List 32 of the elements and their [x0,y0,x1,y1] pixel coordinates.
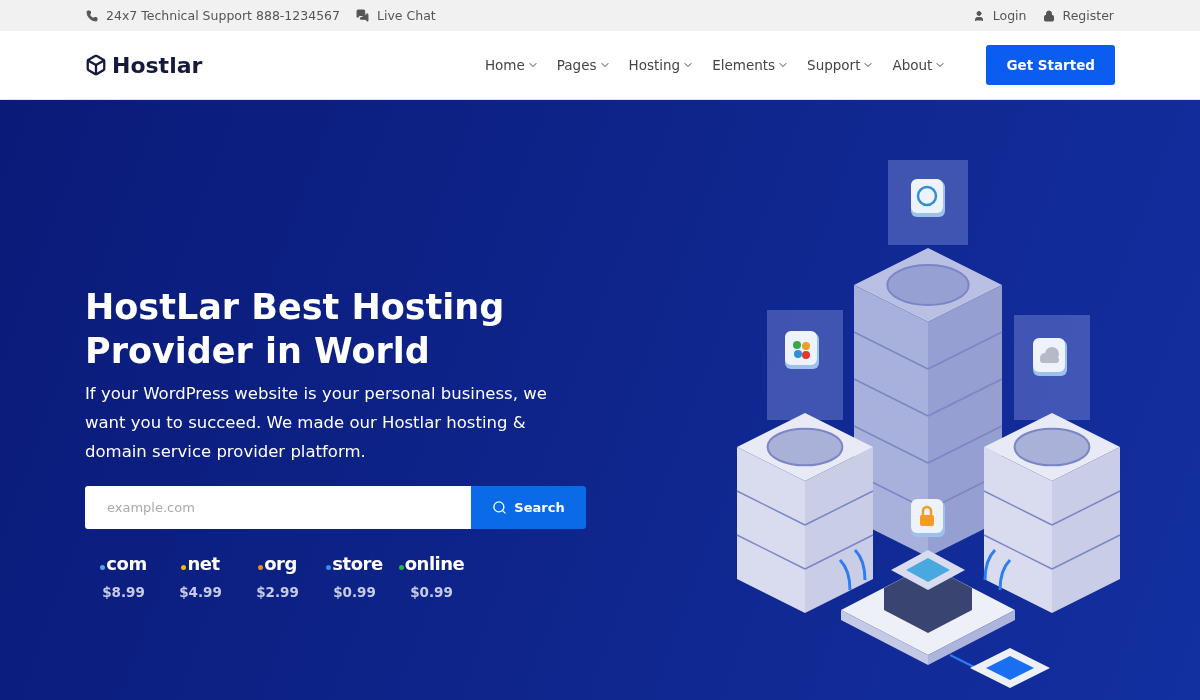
register-link[interactable]: Register [1062,8,1114,23]
logo-icon [85,54,107,76]
nav-link[interactable]: Pages [556,57,611,73]
get-started-button[interactable]: Get Started [986,45,1115,85]
domain-extension: online [404,553,465,574]
search-icon [492,500,508,515]
domain-extension: com [106,553,147,574]
nav-link[interactable]: About [892,57,947,73]
nav-link[interactable]: Hosting [628,57,695,73]
search-button[interactable]: Search [471,486,586,529]
nav-link[interactable]: Elements [712,57,790,73]
domain-extension: store [332,553,383,574]
lock-icon [1042,9,1055,22]
domain-search-field[interactable]: example.com [85,486,471,529]
domain-price: $0.99 [333,584,376,600]
nav-link[interactable]: Support [807,57,875,73]
hero-title: HostLar Best Hosting Provider in World [85,286,505,373]
user-icon [972,9,985,22]
live-chat-link[interactable]: Live Chat [377,8,436,23]
phone-icon [86,9,98,22]
support-text: 24x7 Technical Support 888-1234567 [106,8,341,23]
domain-extension: net [187,553,220,574]
domain-extension: org [264,553,297,574]
domain-price: $8.99 [102,584,145,600]
chat-icon [356,9,370,22]
domain-price: $2.99 [256,584,299,600]
login-link[interactable]: Login [992,8,1027,23]
domain-price: $4.99 [179,584,222,600]
logo-text: Hostlar [112,52,203,78]
nav-link[interactable]: Home [484,57,539,73]
hero-description: If your WordPress website is your personal business, we want you to succeed. We made our Hostlar hosting & domain service provider platform. [85,383,548,463]
domain-price: $0.99 [410,584,453,600]
